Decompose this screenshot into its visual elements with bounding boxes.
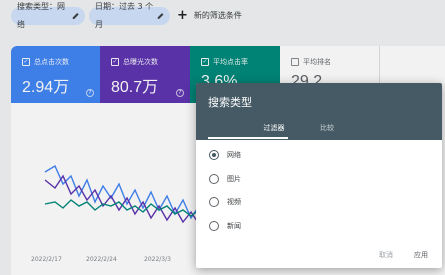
radio-unselected-icon[interactable]	[209, 197, 219, 207]
radio-unselected-icon[interactable]	[209, 221, 219, 231]
radio-option-web[interactable]: 网络	[209, 149, 241, 161]
radio-option-image[interactable]: 图片	[209, 173, 241, 185]
apply-button[interactable]: 应用	[414, 250, 428, 260]
search-type-dialog: 搜索类型 过滤器 比较 网络 图片 视频 新闻 取消 应用	[196, 83, 442, 268]
cancel-button[interactable]: 取消	[379, 250, 393, 260]
radio-unselected-icon[interactable]	[209, 174, 219, 184]
radio-option-label: 新闻	[227, 222, 241, 230]
radio-option-label: 视频	[227, 198, 241, 206]
radio-option-video[interactable]: 视频	[209, 196, 241, 208]
radio-option-label: 网络	[227, 151, 241, 159]
radio-option-news[interactable]: 新闻	[209, 220, 241, 232]
radio-selected-icon[interactable]	[209, 150, 219, 160]
dialog-header: 搜索类型 过滤器 比较	[196, 83, 442, 140]
active-tab-indicator	[208, 137, 288, 139]
dialog-title: 搜索类型	[208, 96, 252, 109]
tab-compare[interactable]: 比较	[292, 123, 362, 133]
radio-option-label: 图片	[227, 175, 241, 183]
